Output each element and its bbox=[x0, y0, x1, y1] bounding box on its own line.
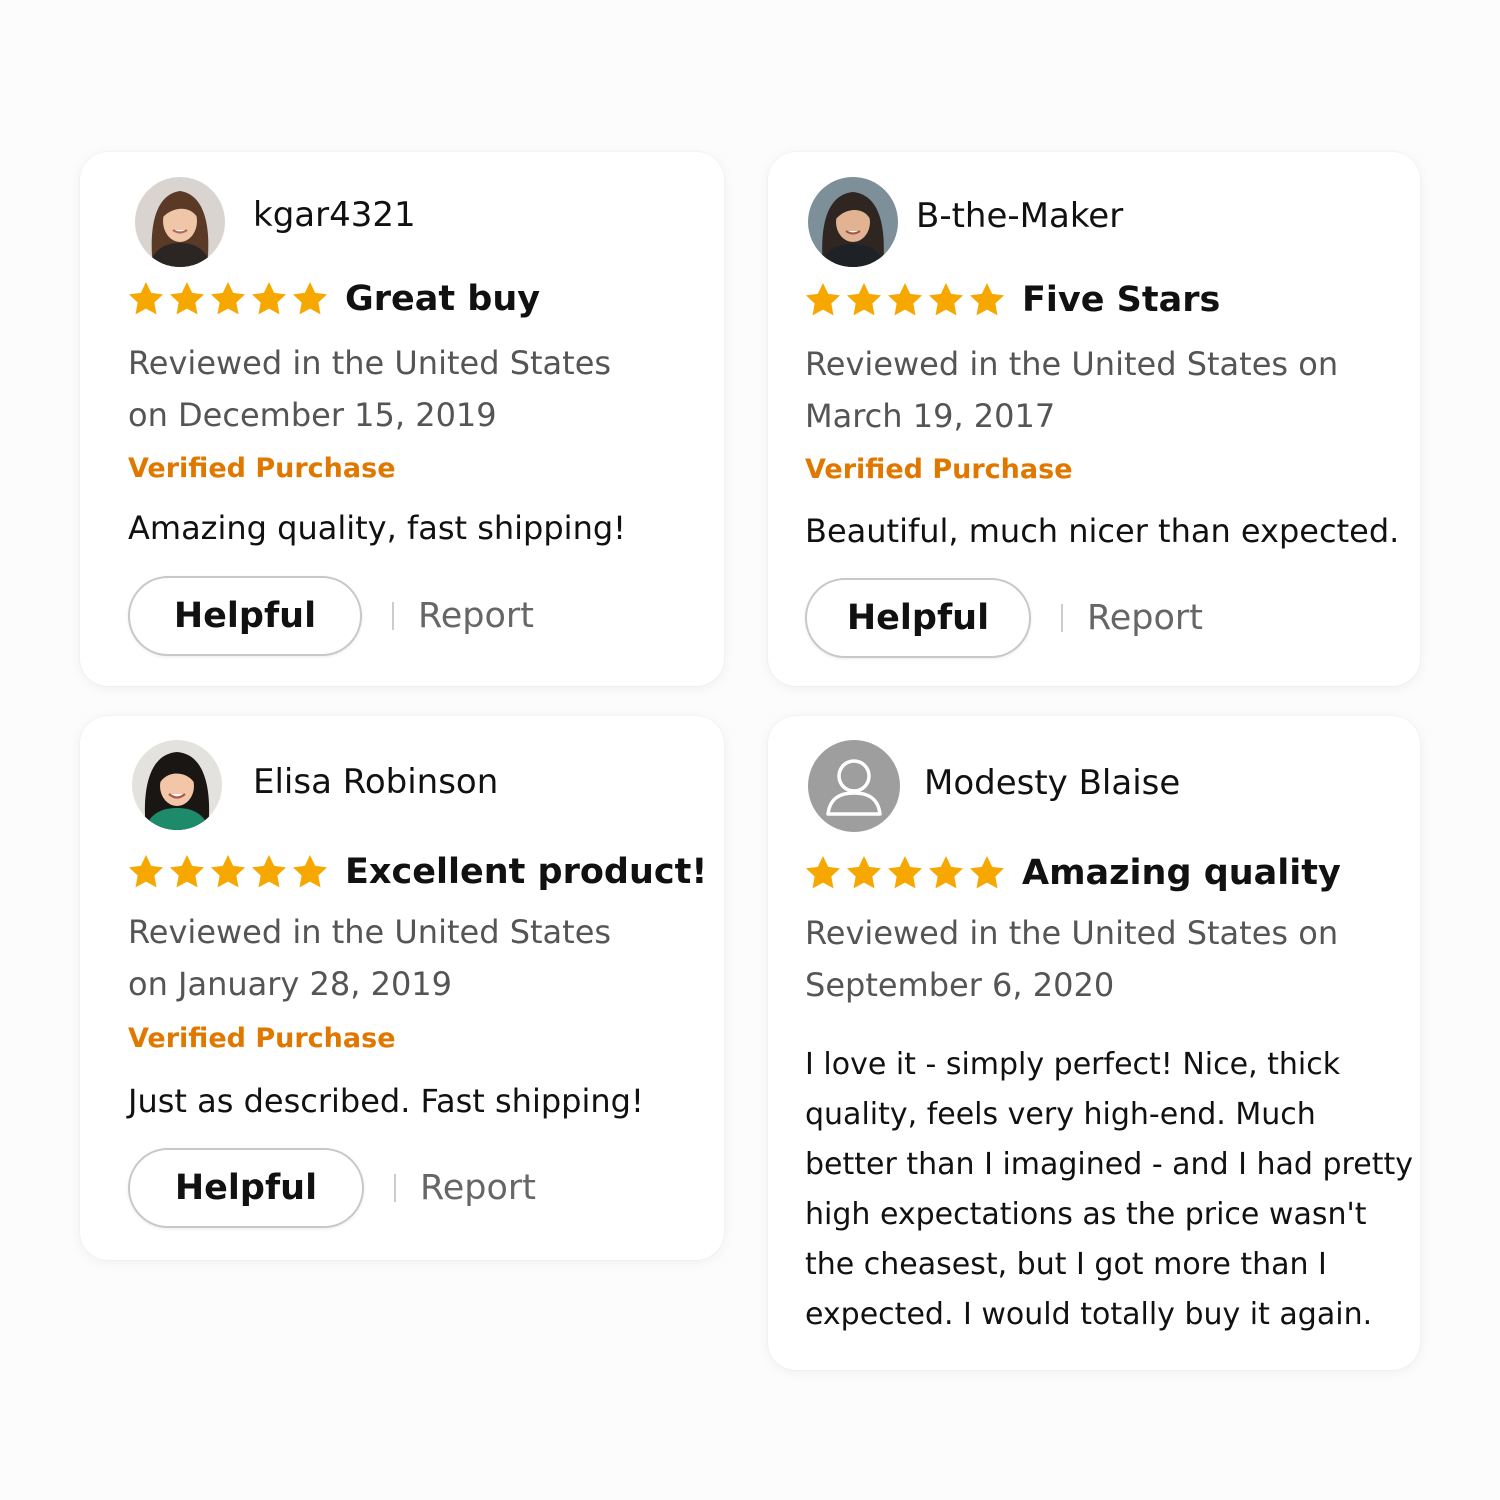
action-divider bbox=[1061, 604, 1063, 632]
star-rating bbox=[126, 279, 331, 319]
review-date: Reviewed in the United States on Decembe… bbox=[128, 344, 612, 434]
verified-purchase-badge: Verified Purchase bbox=[128, 453, 396, 484]
report-link[interactable]: Report bbox=[418, 596, 534, 636]
rating-row: Great buy bbox=[126, 279, 540, 319]
review-body: Beautiful, much nicer than expected. bbox=[805, 512, 1400, 550]
star-icon bbox=[249, 852, 289, 892]
star-icon bbox=[967, 853, 1007, 893]
star-rating bbox=[803, 853, 1008, 893]
star-icon bbox=[126, 852, 166, 892]
review-title[interactable]: Five Stars bbox=[1022, 280, 1220, 320]
star-icon bbox=[926, 280, 966, 320]
helpful-button[interactable]: Helpful bbox=[805, 578, 1031, 658]
reviewer-name[interactable]: Elisa Robinson bbox=[253, 762, 498, 802]
review-card: Modesty Blaise Amazing quality Reviewed … bbox=[768, 716, 1420, 1370]
default-user-icon bbox=[808, 740, 900, 832]
avatar-photo-icon bbox=[135, 177, 225, 267]
action-divider bbox=[392, 602, 394, 630]
review-actions: Helpful Report bbox=[128, 1148, 536, 1228]
star-icon bbox=[844, 280, 884, 320]
star-icon bbox=[208, 852, 248, 892]
helpful-button[interactable]: Helpful bbox=[128, 576, 362, 656]
avatar-photo-icon bbox=[808, 177, 898, 267]
helpful-button[interactable]: Helpful bbox=[128, 1148, 364, 1228]
review-date: Reviewed in the United States on March 1… bbox=[805, 345, 1339, 435]
verified-purchase-badge: Verified Purchase bbox=[805, 454, 1073, 485]
star-rating bbox=[126, 852, 331, 892]
star-icon bbox=[926, 853, 966, 893]
star-icon bbox=[885, 280, 925, 320]
review-body: Amazing quality, fast shipping! bbox=[128, 509, 626, 547]
reviewer-name[interactable]: Modesty Blaise bbox=[924, 763, 1180, 803]
star-icon bbox=[167, 852, 207, 892]
reviewer-name[interactable]: kgar4321 bbox=[253, 195, 416, 235]
review-date: Reviewed in the United States on January… bbox=[128, 913, 612, 1003]
star-icon bbox=[803, 853, 843, 893]
report-link[interactable]: Report bbox=[1087, 598, 1203, 638]
star-icon bbox=[167, 279, 207, 319]
star-icon bbox=[967, 280, 1007, 320]
review-body: Just as described. Fast shipping! bbox=[128, 1082, 644, 1120]
star-icon bbox=[290, 852, 330, 892]
review-title[interactable]: Great buy bbox=[345, 279, 540, 319]
review-title[interactable]: Excellent product! bbox=[345, 852, 707, 892]
review-date: Reviewed in the United States on Septemb… bbox=[805, 914, 1339, 1004]
report-link[interactable]: Report bbox=[420, 1168, 536, 1208]
star-icon bbox=[249, 279, 289, 319]
star-icon bbox=[290, 279, 330, 319]
review-card: Elisa Robinson Excellent product! Review… bbox=[80, 716, 724, 1260]
star-icon bbox=[803, 280, 843, 320]
star-icon bbox=[844, 853, 884, 893]
rating-row: Excellent product! bbox=[126, 852, 707, 892]
action-divider bbox=[394, 1174, 396, 1202]
review-card: B-the-Maker Five Stars Reviewed in the U… bbox=[768, 152, 1420, 686]
star-icon bbox=[208, 279, 248, 319]
star-icon bbox=[126, 279, 166, 319]
review-actions: Helpful Report bbox=[805, 578, 1203, 658]
reviews-grid: kgar4321 Great buy Reviewed in the Unite… bbox=[0, 0, 1500, 1500]
rating-row: Amazing quality bbox=[803, 853, 1341, 893]
avatar-photo-icon bbox=[132, 740, 222, 830]
reviewer-name[interactable]: B-the-Maker bbox=[916, 196, 1123, 236]
star-rating bbox=[803, 280, 1008, 320]
star-icon bbox=[885, 853, 925, 893]
review-card: kgar4321 Great buy Reviewed in the Unite… bbox=[80, 152, 724, 686]
rating-row: Five Stars bbox=[803, 280, 1220, 320]
verified-purchase-badge: Verified Purchase bbox=[128, 1023, 396, 1054]
review-actions: Helpful Report bbox=[128, 576, 534, 656]
review-body: I love it - simply perfect! Nice, thick … bbox=[805, 1047, 1413, 1332]
review-title[interactable]: Amazing quality bbox=[1022, 853, 1341, 893]
